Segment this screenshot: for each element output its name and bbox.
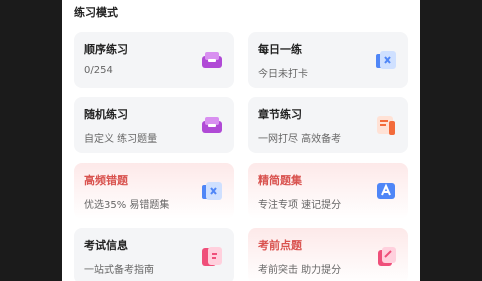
calendar-icon xyxy=(376,51,396,69)
card-subtitle: 专注专项 速记提分 xyxy=(258,200,342,211)
card-subtitle: 今日未打卡 xyxy=(258,69,308,80)
card-exam-info[interactable]: 考试信息 一站式备考指南 xyxy=(74,228,234,281)
card-sequential-practice[interactable]: 顺序练习 0/254 xyxy=(74,32,234,88)
card-title: 随机练习 xyxy=(84,108,128,121)
card-title: 精简题集 xyxy=(258,174,302,187)
card-subtitle: 考前突击 助力提分 xyxy=(258,265,342,276)
card-random-practice[interactable]: 随机练习 自定义 练习题量 xyxy=(74,97,234,153)
card-subtitle: 一站式备考指南 xyxy=(84,265,154,276)
card-title: 考前点题 xyxy=(258,239,302,252)
edit-note-icon xyxy=(378,247,396,266)
card-subtitle: 自定义 练习题量 xyxy=(84,134,158,145)
card-frequent-mistakes[interactable]: 高频错题 优选35% 易错题集 xyxy=(74,163,234,219)
card-title: 章节练习 xyxy=(258,108,302,121)
card-daily-practice[interactable]: 每日一练 今日未打卡 xyxy=(248,32,408,88)
card-subtitle: 0/254 xyxy=(84,65,113,76)
card-chapter-practice[interactable]: 章节练习 一网打尽 高效备考 xyxy=(248,97,408,153)
section-title: 练习模式 xyxy=(74,6,118,19)
card-title: 顺序练习 xyxy=(84,43,128,56)
card-pre-exam-topics[interactable]: 考前点题 考前突击 助力提分 xyxy=(248,228,408,281)
purple-box-icon xyxy=(202,117,222,133)
document-icon xyxy=(377,116,395,135)
letter-a-icon xyxy=(377,183,395,199)
practice-mode-panel: 练习模式 顺序练习 0/254 每日一练 今日未打卡 随机练习 自定义 练习题量… xyxy=(62,0,420,281)
info-card-icon xyxy=(202,247,222,266)
purple-box-icon xyxy=(202,52,222,68)
error-book-icon xyxy=(202,182,222,200)
card-subtitle: 优选35% 易错题集 xyxy=(84,200,170,211)
card-condensed-set[interactable]: 精简题集 专注专项 速记提分 xyxy=(248,163,408,219)
card-title: 高频错题 xyxy=(84,174,128,187)
card-title: 每日一练 xyxy=(258,43,302,56)
card-subtitle: 一网打尽 高效备考 xyxy=(258,134,342,145)
card-title: 考试信息 xyxy=(84,239,128,252)
